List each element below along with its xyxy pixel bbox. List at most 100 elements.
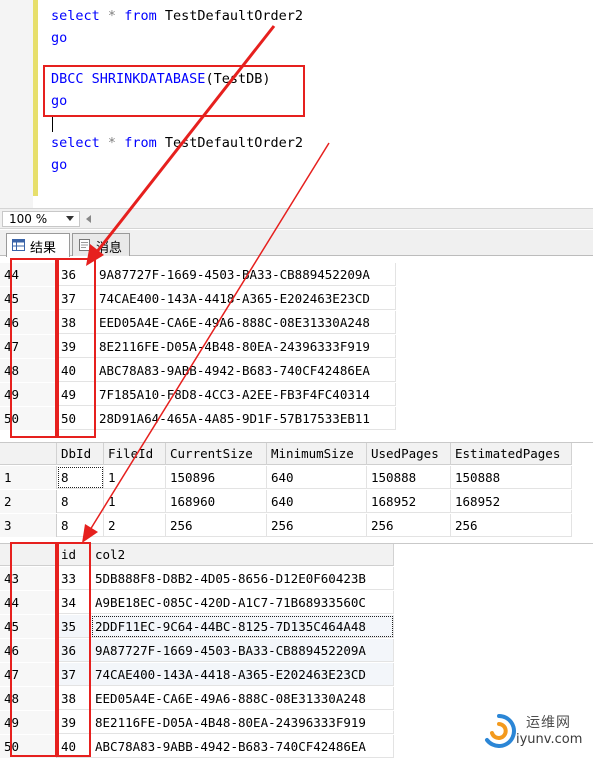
row-number[interactable]: 46 <box>0 639 57 662</box>
table-row[interactable]: 45 35 2DDF11EC-9C64-44BC-8125-7D135C464A… <box>0 615 394 638</box>
usedpages-cell[interactable]: 256 <box>367 514 451 537</box>
code-line-1[interactable]: select * from TestDefaultOrder2 <box>51 8 303 24</box>
col2-cell[interactable]: EED05A4E-CA6E-49A6-888C-08E31330A248 <box>91 687 394 710</box>
id-cell[interactable]: 39 <box>57 711 91 734</box>
fileid-cell[interactable]: 1 <box>104 490 166 513</box>
row-number[interactable]: 2 <box>0 490 57 513</box>
row-number[interactable]: 50 <box>0 407 57 430</box>
row-number[interactable]: 45 <box>0 287 57 310</box>
table-row[interactable]: 49 39 8E2116FE-D05A-4B48-80EA-24396333F9… <box>0 711 394 734</box>
row-number[interactable]: 50 <box>0 735 57 758</box>
result-grid-2[interactable]: DbId FileId CurrentSize MinimumSize Used… <box>0 442 593 537</box>
code-line-2[interactable]: go <box>51 30 67 46</box>
result-grid-1[interactable]: 44 36 9A87727F-1669-4503-BA33-CB88945220… <box>0 257 593 437</box>
row-number[interactable]: 1 <box>0 466 57 489</box>
id-cell[interactable]: 40 <box>57 735 91 758</box>
col2-cell[interactable]: 8E2116FE-D05A-4B48-80EA-24396333F919 <box>95 335 396 358</box>
id-cell[interactable]: 34 <box>57 591 91 614</box>
corner-header[interactable] <box>0 544 57 566</box>
col2-cell[interactable]: 9A87727F-1669-4503-BA33-CB889452209A <box>95 263 396 286</box>
table-row[interactable]: 50 40 ABC78A83-9ABB-4942-B683-740CF42486… <box>0 735 394 758</box>
col2-cell[interactable]: 9A87727F-1669-4503-BA33-CB889452209A <box>91 639 394 662</box>
query-editor[interactable]: select * from TestDefaultOrder2 go DBCC … <box>0 0 593 210</box>
estimatedpages-cell[interactable]: 168952 <box>451 490 572 513</box>
row-number[interactable]: 49 <box>0 383 57 406</box>
currentsize-cell[interactable]: 256 <box>166 514 267 537</box>
row-number[interactable]: 46 <box>0 311 57 334</box>
col2-cell[interactable]: ABC78A83-9ABB-4942-B683-740CF42486EA <box>91 735 394 758</box>
row-number[interactable]: 45 <box>0 615 57 638</box>
table-row[interactable]: 47 37 74CAE400-143A-4418-A365-E202463E23… <box>0 663 394 686</box>
row-number[interactable]: 49 <box>0 711 57 734</box>
id-cell[interactable]: 33 <box>57 567 91 590</box>
minimumsize-cell[interactable]: 640 <box>267 466 367 489</box>
row-number[interactable]: 47 <box>0 663 57 686</box>
tab-messages[interactable]: 消息 <box>72 233 130 256</box>
id-cell[interactable]: 35 <box>57 615 91 638</box>
usedpages-cell[interactable]: 150888 <box>367 466 451 489</box>
table-row[interactable]: 44 36 9A87727F-1669-4503-BA33-CB88945220… <box>0 263 396 286</box>
table-row[interactable]: 44 34 A9BE18EC-085C-420D-A1C7-71B6893356… <box>0 591 394 614</box>
id-cell[interactable]: 36 <box>57 639 91 662</box>
column-header-col2[interactable]: col2 <box>91 544 394 566</box>
row-number[interactable]: 48 <box>0 359 57 382</box>
row-number[interactable]: 47 <box>0 335 57 358</box>
table-row[interactable]: 45 37 74CAE400-143A-4418-A365-E202463E23… <box>0 287 396 310</box>
id-cell[interactable]: 39 <box>57 335 95 358</box>
col2-cell[interactable]: 8E2116FE-D05A-4B48-80EA-24396333F919 <box>91 711 394 734</box>
col2-cell[interactable]: A9BE18EC-085C-420D-A1C7-71B68933560C <box>91 591 394 614</box>
col2-cell[interactable]: 74CAE400-143A-4418-A365-E202463E23CD <box>91 663 394 686</box>
table-row[interactable]: 46 38 EED05A4E-CA6E-49A6-888C-08E31330A2… <box>0 311 396 334</box>
column-header-estimatedpages[interactable]: EstimatedPages <box>451 443 572 465</box>
id-cell[interactable]: 50 <box>57 407 95 430</box>
zoom-dropdown[interactable]: 100 % <box>2 211 80 227</box>
row-number[interactable]: 44 <box>0 263 57 286</box>
row-number[interactable]: 44 <box>0 591 57 614</box>
dbid-cell[interactable]: 8 <box>57 514 104 537</box>
column-header-usedpages[interactable]: UsedPages <box>367 443 451 465</box>
code-line-6[interactable]: go <box>51 157 67 173</box>
table-row[interactable]: 49 49 7F185A10-F8D8-4CC3-A2EE-FB3F4FC403… <box>0 383 396 406</box>
estimatedpages-cell[interactable]: 256 <box>451 514 572 537</box>
table-row[interactable]: 48 38 EED05A4E-CA6E-49A6-888C-08E31330A2… <box>0 687 394 710</box>
id-cell[interactable]: 49 <box>57 383 95 406</box>
code-line-5[interactable]: select * from TestDefaultOrder2 <box>51 135 303 151</box>
col2-cell[interactable]: 5DB888F8-D8B2-4D05-8656-D12E0F60423B <box>91 567 394 590</box>
table-row[interactable]: 46 36 9A87727F-1669-4503-BA33-CB88945220… <box>0 639 394 662</box>
row-number[interactable]: 48 <box>0 687 57 710</box>
col2-cell[interactable]: 2DDF11EC-9C64-44BC-8125-7D135C464A48 <box>91 615 394 638</box>
minimumsize-cell[interactable]: 640 <box>267 490 367 513</box>
currentsize-cell[interactable]: 168960 <box>166 490 267 513</box>
table-row[interactable]: 2 8 1 168960 640 168952 168952 <box>0 490 572 513</box>
currentsize-cell[interactable]: 150896 <box>166 466 267 489</box>
tab-results[interactable]: 结果 <box>6 233 70 257</box>
column-header-id[interactable]: id <box>57 544 91 566</box>
dbid-cell[interactable]: 8 <box>57 466 104 489</box>
column-header-currentsize[interactable]: CurrentSize <box>166 443 267 465</box>
id-cell[interactable]: 38 <box>57 311 95 334</box>
estimatedpages-cell[interactable]: 150888 <box>451 466 572 489</box>
column-header-minimumsize[interactable]: MinimumSize <box>267 443 367 465</box>
fileid-cell[interactable]: 2 <box>104 514 166 537</box>
col2-cell[interactable]: EED05A4E-CA6E-49A6-888C-08E31330A248 <box>95 311 396 334</box>
id-cell[interactable]: 37 <box>57 663 91 686</box>
col2-cell[interactable]: 28D91A64-465A-4A85-9D1F-57B17533EB11 <box>95 407 396 430</box>
id-cell[interactable]: 36 <box>57 263 95 286</box>
corner-header[interactable] <box>0 443 57 465</box>
col2-cell[interactable]: 7F185A10-F8D8-4CC3-A2EE-FB3F4FC40314 <box>95 383 396 406</box>
table-row[interactable]: 43 33 5DB888F8-D8B2-4D05-8656-D12E0F6042… <box>0 567 394 590</box>
code-line-4[interactable]: go <box>51 93 67 109</box>
table-row[interactable]: 50 50 28D91A64-465A-4A85-9D1F-57B17533EB… <box>0 407 396 430</box>
col2-cell[interactable]: ABC78A83-9ABB-4942-B683-740CF42486EA <box>95 359 396 382</box>
table-row[interactable]: 47 39 8E2116FE-D05A-4B48-80EA-24396333F9… <box>0 335 396 358</box>
fileid-cell[interactable]: 1 <box>104 466 166 489</box>
scroll-left-icon[interactable] <box>86 215 91 223</box>
table-row[interactable]: 1 8 1 150896 640 150888 150888 <box>0 466 572 489</box>
table-row[interactable]: 3 8 2 256 256 256 256 <box>0 514 572 537</box>
code-line-3[interactable]: DBCC SHRINKDATABASE(TestDB) <box>51 71 270 87</box>
usedpages-cell[interactable]: 168952 <box>367 490 451 513</box>
column-header-fileid[interactable]: FileId <box>104 443 166 465</box>
id-cell[interactable]: 40 <box>57 359 95 382</box>
minimumsize-cell[interactable]: 256 <box>267 514 367 537</box>
col2-cell[interactable]: 74CAE400-143A-4418-A365-E202463E23CD <box>95 287 396 310</box>
